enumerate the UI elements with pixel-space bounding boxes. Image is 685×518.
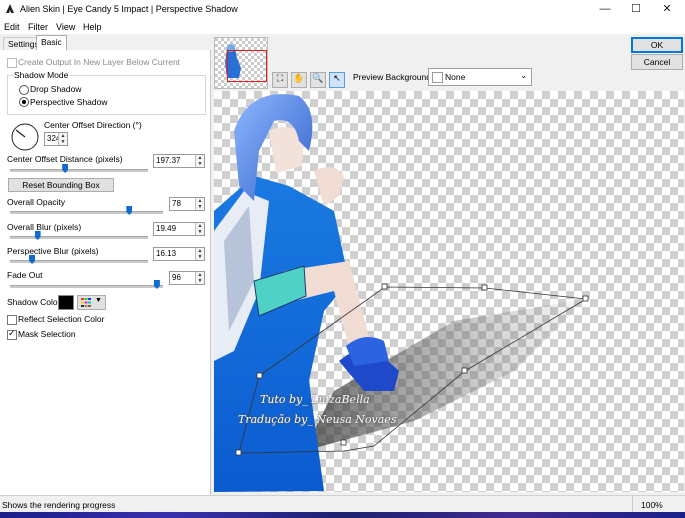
- menu-edit[interactable]: Edit: [4, 22, 20, 32]
- pan-tool-button[interactable]: ✋: [291, 72, 307, 88]
- menu-filter[interactable]: Filter: [28, 22, 48, 32]
- color-palette-button[interactable]: ▼: [77, 295, 106, 310]
- status-text: Shows the rendering progress: [2, 500, 116, 510]
- blur-spinbox[interactable]: 19.49 ▲ ▼: [153, 222, 205, 236]
- preview-canvas[interactable]: Tuto by_ LuizaBella Tradução by_ Neusa N…: [214, 91, 684, 492]
- zoom-level: 100%: [641, 500, 663, 510]
- mask-selection-checkbox[interactable]: ✓: [7, 328, 17, 340]
- blur-value: 19.49: [156, 224, 177, 233]
- preview-background-value: None: [445, 72, 466, 82]
- perspective-blur-value: 16.13: [156, 249, 177, 258]
- perspective-blur-label: Perspective Blur (pixels): [7, 246, 99, 256]
- distance-slider[interactable]: [10, 169, 148, 172]
- status-divider: [632, 496, 633, 513]
- spin-arrows-icon[interactable]: ▲ ▼: [195, 223, 204, 235]
- cancel-button[interactable]: Cancel: [631, 54, 683, 70]
- create-output-label: Create Output In New Layer Below Current: [18, 57, 181, 67]
- opacity-label: Overall Opacity: [7, 197, 66, 207]
- shadow-mode-label: Shadow Mode: [13, 70, 70, 80]
- opacity-spinbox[interactable]: 78 ▲ ▼: [169, 197, 205, 211]
- checkmark-icon: ✓: [8, 328, 16, 338]
- preview-background-label: Preview Background:: [353, 72, 434, 82]
- reflect-selection-label: Reflect Selection Color: [18, 314, 105, 324]
- zoom-tool-button[interactable]: 🔍: [310, 72, 326, 88]
- reflect-selection-checkbox[interactable]: [7, 315, 17, 325]
- mask-selection-label: Mask Selection: [18, 329, 76, 339]
- spin-arrows-icon[interactable]: ▲ ▼: [195, 272, 204, 284]
- shadow-mode-group: [7, 75, 206, 115]
- distance-label: Center Offset Distance (pixels): [7, 154, 123, 164]
- status-bar: Shows the rendering progress 100%: [0, 495, 685, 513]
- distance-spinbox[interactable]: 197.37 ▲ ▼: [153, 154, 205, 168]
- shadow-color-label: Shadow Color: [7, 297, 61, 307]
- distance-value: 197.37: [156, 156, 181, 165]
- menu-view[interactable]: View: [56, 22, 75, 32]
- settings-panel: Create Output In New Layer Below Current…: [0, 50, 211, 495]
- perspective-shadow-radio[interactable]: [19, 97, 29, 107]
- drop-shadow-radio[interactable]: [19, 85, 29, 95]
- fade-out-spinbox[interactable]: 96 ▲ ▼: [169, 271, 205, 285]
- chevron-down-icon: ▼: [95, 297, 102, 304]
- preview-background-select[interactable]: None ⌄: [428, 68, 532, 86]
- fade-out-slider[interactable]: [10, 285, 163, 288]
- background-swatch-icon: [432, 72, 443, 83]
- chevron-down-icon: ⌄: [520, 71, 527, 80]
- menu-bar: [0, 20, 685, 34]
- blur-slider[interactable]: [10, 236, 148, 239]
- opacity-value: 78: [172, 199, 181, 208]
- desktop-background-strip: [0, 512, 685, 518]
- minimize-button[interactable]: —: [590, 0, 620, 20]
- direction-dial[interactable]: [10, 122, 40, 152]
- close-button[interactable]: ✕: [652, 0, 682, 20]
- blur-label: Overall Blur (pixels): [7, 222, 82, 232]
- perspective-blur-spinbox[interactable]: 16.13 ▲ ▼: [153, 247, 205, 261]
- zoom-fit-button[interactable]: ⛶: [272, 72, 288, 88]
- zoom-icon: 🔍: [312, 73, 324, 83]
- shadow-color-swatch[interactable]: [58, 295, 74, 310]
- create-output-checkbox[interactable]: [7, 58, 17, 68]
- app-logo-icon: [6, 4, 14, 13]
- watermark-line2: Tradução by_ Neusa Novaes: [238, 413, 397, 426]
- fade-out-value: 96: [172, 273, 181, 282]
- pointer-tool-button[interactable]: ↖: [329, 72, 345, 88]
- navigator-viewport[interactable]: [227, 50, 267, 82]
- reset-bounding-box-button[interactable]: Reset Bounding Box: [8, 178, 114, 192]
- navigator-thumbnail[interactable]: [214, 37, 268, 89]
- maximize-button[interactable]: ☐: [621, 0, 651, 20]
- pointer-icon: ↖: [333, 73, 341, 83]
- spin-arrows-icon[interactable]: ▲ ▼: [58, 133, 67, 145]
- preview-image: [214, 94, 589, 492]
- tab-basic[interactable]: Basic: [36, 35, 67, 50]
- fade-out-label: Fade Out: [7, 270, 43, 280]
- direction-spinbox[interactable]: 324 ▲ ▼: [44, 132, 68, 146]
- opacity-slider[interactable]: [10, 211, 163, 214]
- zoom-fit-icon: ⛶: [276, 73, 284, 83]
- drop-shadow-label: Drop Shadow: [30, 84, 82, 94]
- spin-arrows-icon[interactable]: ▲ ▼: [195, 198, 204, 210]
- watermark-line1: Tuto by_ LuizaBella: [260, 393, 370, 406]
- hand-icon: ✋: [293, 73, 305, 83]
- ok-button[interactable]: OK: [631, 37, 683, 53]
- direction-label: Center Offset Direction (°): [44, 120, 142, 130]
- color-grid-icon: [81, 298, 91, 307]
- perspective-shadow-label: Perspective Shadow: [30, 97, 108, 107]
- menu-help[interactable]: Help: [83, 22, 102, 32]
- spin-arrows-icon[interactable]: ▲ ▼: [195, 155, 204, 167]
- window-title: Alien Skin | Eye Candy 5 Impact | Perspe…: [20, 4, 238, 14]
- spin-arrows-icon[interactable]: ▲ ▼: [195, 248, 204, 260]
